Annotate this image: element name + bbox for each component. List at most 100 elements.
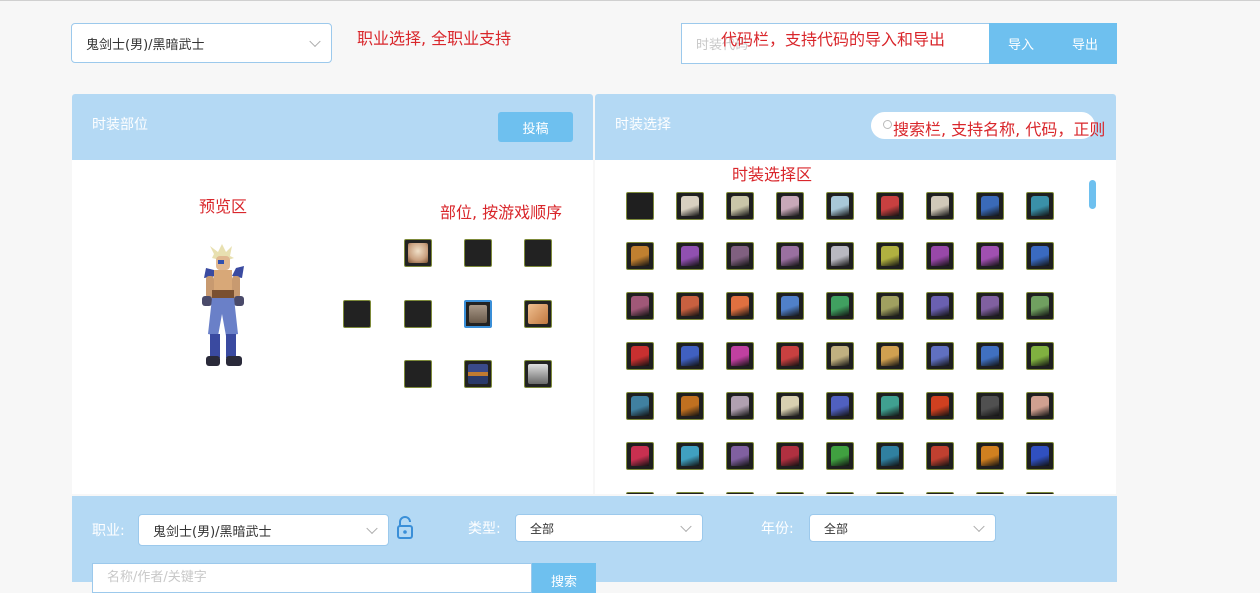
name-search-input[interactable]: 名称/作者/关键字: [92, 563, 532, 593]
avatar-grid-item[interactable]: [1026, 492, 1054, 494]
avatar-grid-item[interactable]: [626, 242, 654, 270]
part-slot-weapon[interactable]: [343, 300, 371, 328]
part-slot-shoes[interactable]: [524, 360, 552, 388]
part-slot-cap[interactable]: [464, 239, 492, 267]
avatar-grid-item[interactable]: [1026, 442, 1054, 470]
avatar-grid-item[interactable]: [726, 192, 754, 220]
avatar-grid-item[interactable]: [976, 442, 1004, 470]
avatar-grid-item[interactable]: [876, 192, 904, 220]
avatar-grid-item[interactable]: [876, 392, 904, 420]
avatar-grid-item[interactable]: [926, 192, 954, 220]
part-slot-neck[interactable]: [404, 300, 432, 328]
avatar-item-icon: [831, 446, 849, 466]
avatar-grid-item[interactable]: [976, 492, 1004, 494]
avatar-grid-item[interactable]: [926, 292, 954, 320]
avatar-grid-item[interactable]: [826, 392, 854, 420]
avatar-grid-item[interactable]: [976, 342, 1004, 370]
avatar-grid-item[interactable]: [626, 192, 654, 220]
avatar-grid-item[interactable]: [726, 492, 754, 494]
avatar-grid-item[interactable]: [1026, 342, 1054, 370]
avatar-grid-item[interactable]: [826, 242, 854, 270]
avatar-grid-item[interactable]: [626, 442, 654, 470]
avatar-grid-item[interactable]: [626, 392, 654, 420]
avatar-grid-item[interactable]: [776, 242, 804, 270]
avatar-item-icon: [781, 396, 799, 416]
avatar-grid-item[interactable]: [876, 442, 904, 470]
shoes-avatar-icon: [528, 364, 548, 384]
year-filter-select[interactable]: 全部: [809, 514, 996, 542]
avatar-grid-item[interactable]: [776, 342, 804, 370]
avatar-grid-item[interactable]: [676, 392, 704, 420]
avatar-grid-item[interactable]: [876, 292, 904, 320]
avatar-grid-item[interactable]: [826, 442, 854, 470]
part-slot-belt[interactable]: [464, 360, 492, 388]
avatar-grid-item[interactable]: [626, 492, 654, 494]
part-slot-face[interactable]: [524, 239, 552, 267]
job-filter-select[interactable]: 鬼剑士(男)/黑暗武士: [138, 514, 389, 546]
avatar-grid-item[interactable]: [876, 342, 904, 370]
avatar-item-icon: [831, 246, 849, 266]
search-button[interactable]: 搜索: [532, 563, 596, 593]
avatar-grid-item[interactable]: [776, 442, 804, 470]
avatar-grid-item[interactable]: [1026, 392, 1054, 420]
avatar-grid-item[interactable]: [726, 342, 754, 370]
avatar-grid-item[interactable]: [976, 242, 1004, 270]
avatar-item-icon: [881, 346, 899, 366]
part-slot-pants[interactable]: [404, 360, 432, 388]
avatar-grid-item[interactable]: [926, 392, 954, 420]
avatar-grid: [595, 160, 1116, 494]
avatar-grid-item[interactable]: [876, 242, 904, 270]
avatar-grid-item[interactable]: [726, 292, 754, 320]
export-button[interactable]: 导出: [1053, 23, 1117, 64]
avatar-grid-item[interactable]: [726, 442, 754, 470]
avatar-grid-item[interactable]: [926, 342, 954, 370]
avatar-grid-item[interactable]: [676, 342, 704, 370]
avatar-item-icon: [1031, 296, 1049, 316]
avatar-grid-item[interactable]: [826, 292, 854, 320]
avatar-grid-item[interactable]: [826, 492, 854, 494]
avatar-grid-item[interactable]: [826, 342, 854, 370]
grid-scrollbar[interactable]: [1089, 180, 1096, 209]
part-slot-coat[interactable]: [464, 300, 492, 328]
submit-button[interactable]: 投稿: [498, 112, 573, 142]
avatar-grid-item[interactable]: [626, 342, 654, 370]
avatar-grid-item[interactable]: [926, 242, 954, 270]
avatar-grid-item[interactable]: [626, 292, 654, 320]
filter-bar: 职业: 鬼剑士(男)/黑暗武士 类型: 全部 年份: 全部 名称/作者/关键字 …: [72, 496, 1117, 593]
job-select[interactable]: 鬼剑士(男)/黑暗武士: [71, 23, 332, 63]
avatar-grid-item[interactable]: [926, 492, 954, 494]
avatar-grid-item[interactable]: [776, 292, 804, 320]
avatar-grid-item[interactable]: [676, 292, 704, 320]
avatar-grid-item[interactable]: [776, 392, 804, 420]
avatar-item-icon: [731, 196, 749, 216]
avatar-grid-item[interactable]: [676, 442, 704, 470]
avatar-item-icon: [1031, 396, 1049, 416]
part-slot-hair[interactable]: [404, 239, 432, 267]
avatar-grid-item[interactable]: [876, 492, 904, 494]
lock-open-icon[interactable]: [396, 516, 414, 540]
avatar-grid-item[interactable]: [976, 392, 1004, 420]
avatar-grid-item[interactable]: [726, 242, 754, 270]
avatar-grid-item[interactable]: [976, 292, 1004, 320]
selection-panel-title: 时装选择: [615, 117, 671, 133]
avatar-grid-item[interactable]: [676, 192, 704, 220]
avatar-grid-item[interactable]: [676, 242, 704, 270]
skin-avatar-icon: [528, 304, 548, 324]
avatar-grid-item[interactable]: [926, 442, 954, 470]
avatar-item-icon: [631, 346, 649, 366]
import-button[interactable]: 导入: [989, 23, 1053, 64]
avatar-item-icon: [831, 396, 849, 416]
avatar-grid-item[interactable]: [776, 192, 804, 220]
avatar-item-icon: [631, 246, 649, 266]
avatar-grid-item[interactable]: [1026, 242, 1054, 270]
avatar-grid-item[interactable]: [676, 492, 704, 494]
part-slot-skin[interactable]: [524, 300, 552, 328]
avatar-grid-item[interactable]: [1026, 292, 1054, 320]
avatar-grid-item[interactable]: [776, 492, 804, 494]
type-filter-select[interactable]: 全部: [515, 514, 703, 542]
avatar-grid-item[interactable]: [976, 192, 1004, 220]
avatar-item-icon: [881, 446, 899, 466]
avatar-grid-item[interactable]: [726, 392, 754, 420]
avatar-grid-item[interactable]: [1026, 192, 1054, 220]
avatar-grid-item[interactable]: [826, 192, 854, 220]
